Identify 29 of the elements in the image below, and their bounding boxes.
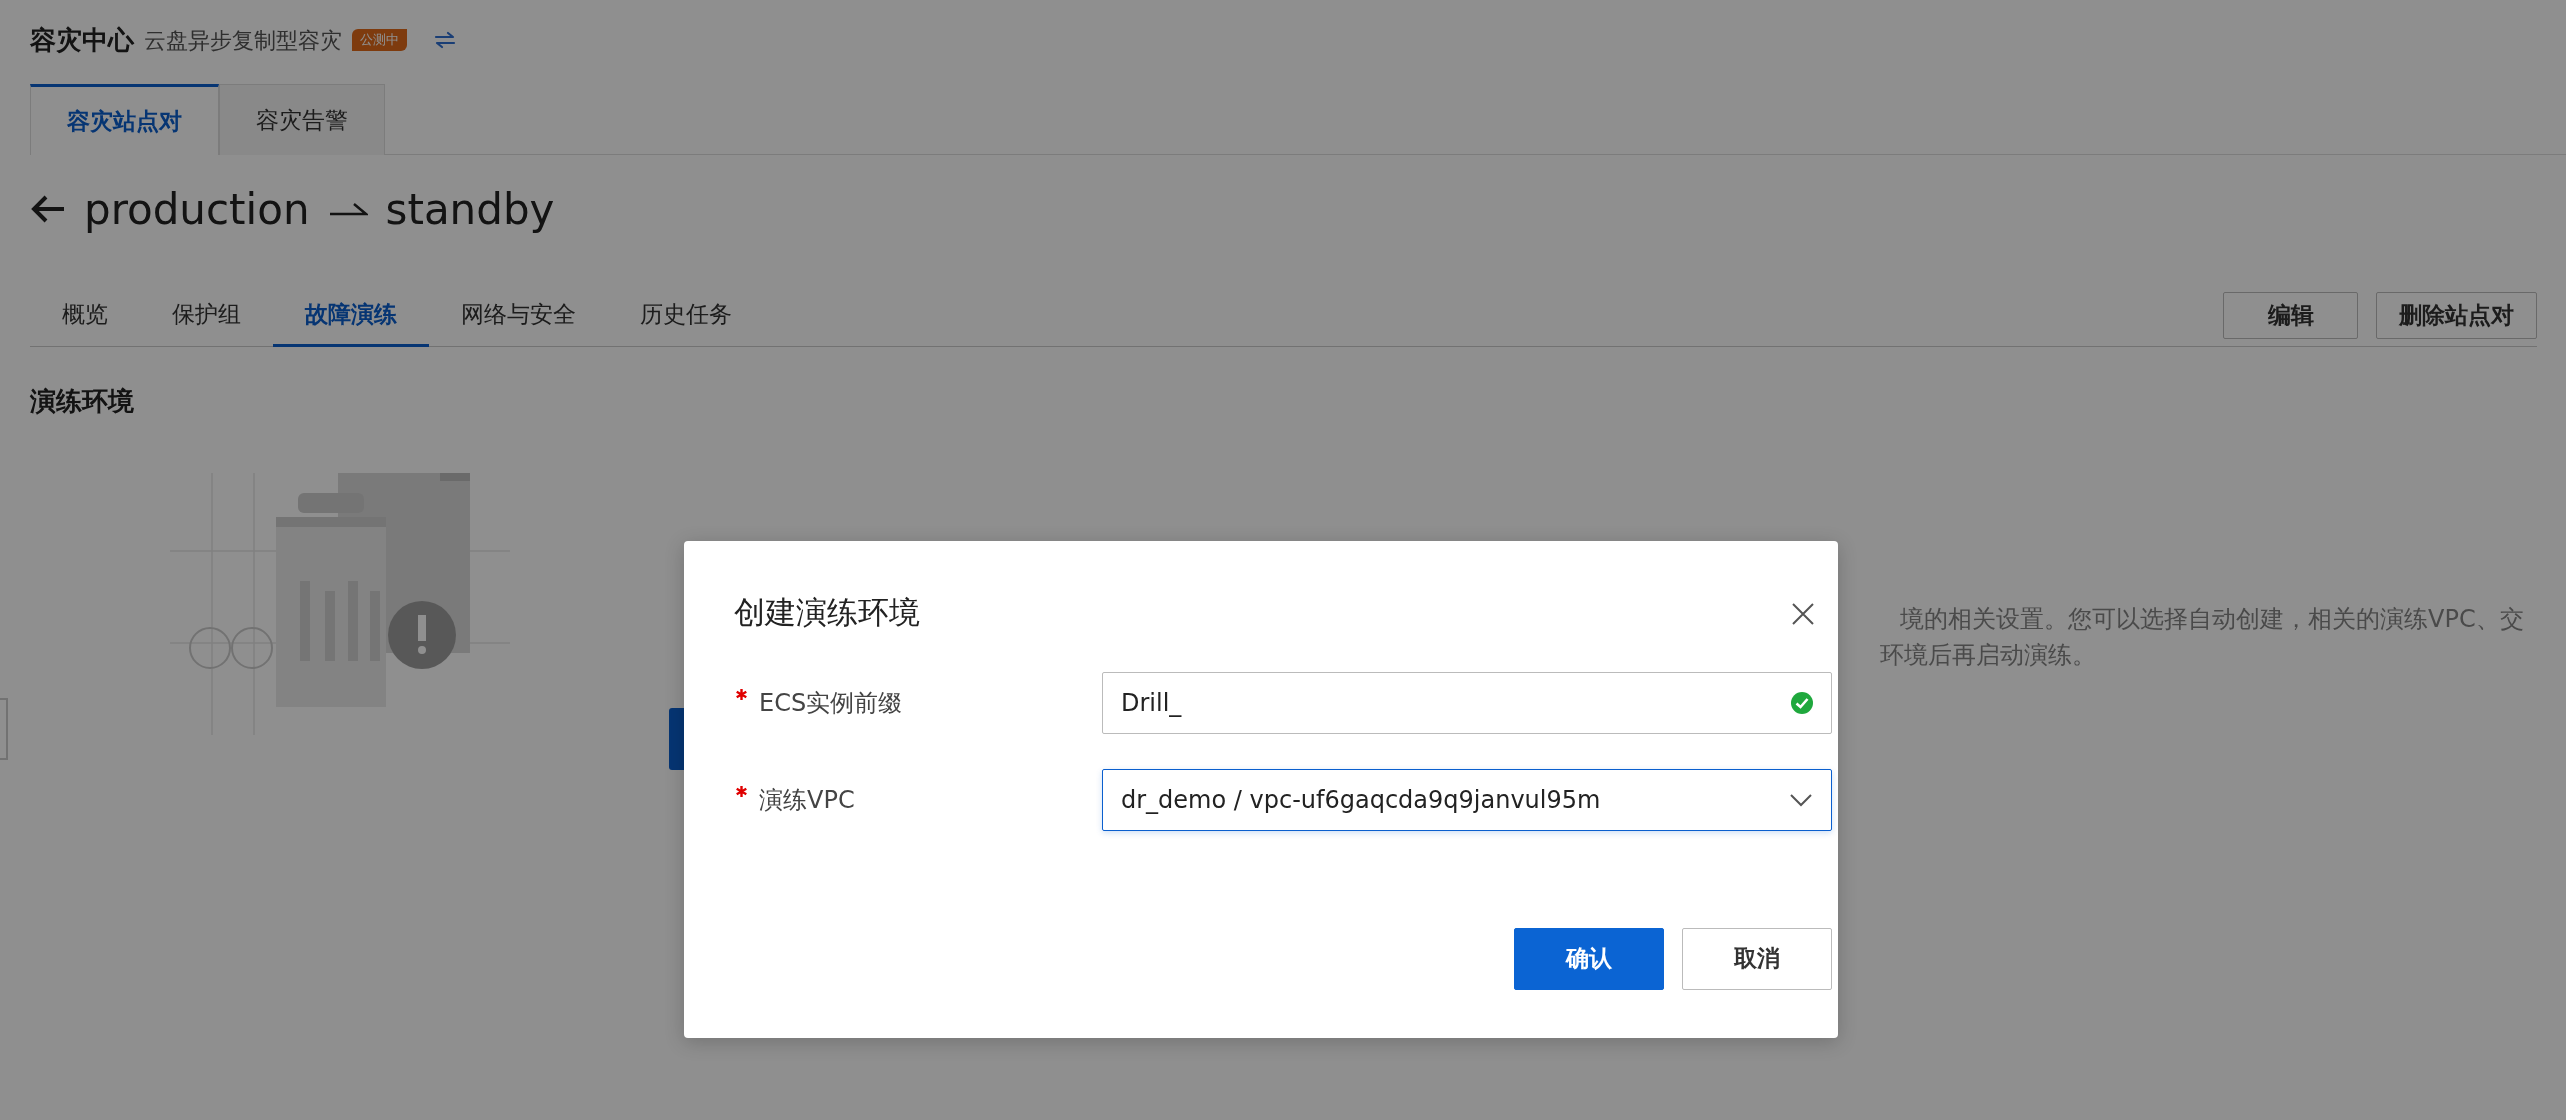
field-label: ECS实例前缀 xyxy=(759,687,903,719)
tab[interactable]: 保护组 xyxy=(140,284,273,347)
description-text: 境的相关设置。您可以选择自动创建，相关的演练VPC、交 xyxy=(1900,604,2524,635)
description-text: 环境后再启动演练。 xyxy=(1880,640,2096,671)
tab[interactable]: 容灾站点对 xyxy=(30,84,219,155)
tab[interactable]: 网络与安全 xyxy=(429,284,608,347)
page-subtitle: 云盘异步复制型容灾 xyxy=(144,26,342,55)
chevron-down-icon xyxy=(1789,792,1813,807)
field-label: 演练VPC xyxy=(759,784,855,816)
dialog-title: 创建演练环境 xyxy=(734,593,920,632)
edit-button[interactable]: 编辑 xyxy=(2223,292,2358,339)
status-badge: 公测中 xyxy=(352,29,407,51)
back-icon[interactable] xyxy=(30,194,66,224)
cancel-button[interactable]: 取消 xyxy=(1682,927,1832,990)
confirm-button[interactable]: 确认 xyxy=(1514,927,1664,990)
tab[interactable]: 概览 xyxy=(30,284,140,347)
page-title: 容灾中心 xyxy=(30,23,134,57)
close-icon[interactable] xyxy=(1790,601,1816,627)
side-handle[interactable] xyxy=(0,698,8,760)
tab[interactable]: 故障演练 xyxy=(273,284,429,347)
tab[interactable]: 历史任务 xyxy=(608,284,764,347)
target-site-name: standby xyxy=(385,183,555,236)
section-title: 演练环境 xyxy=(30,385,135,418)
select-field[interactable]: dr_demo / vpc-uf6gaqcda9q9janvul95m xyxy=(1102,768,1832,831)
swap-icon[interactable] xyxy=(433,30,457,50)
text-input[interactable]: Drill_ xyxy=(1102,671,1832,734)
tab[interactable]: 容灾告警 xyxy=(219,84,385,155)
delete-button[interactable]: 删除站点对 xyxy=(2376,292,2537,339)
source-site-name: production xyxy=(84,183,310,236)
